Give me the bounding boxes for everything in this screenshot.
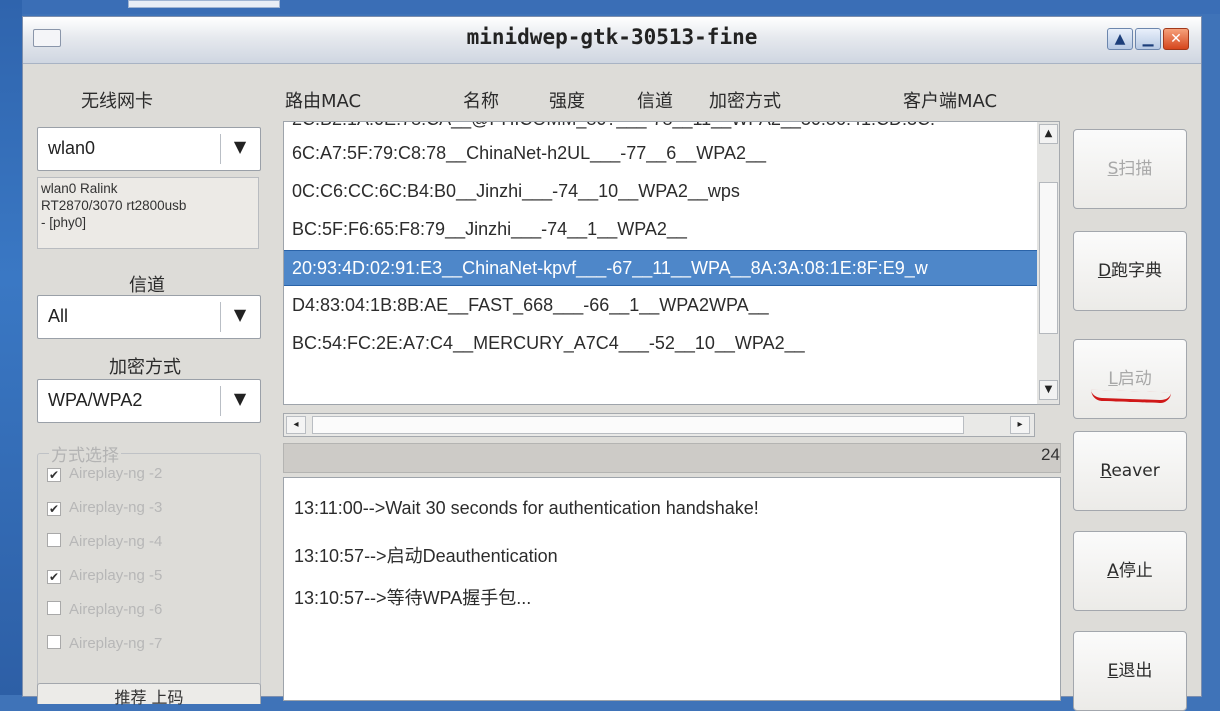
method-checkbox-label: Aireplay-ng -5 <box>69 567 163 584</box>
list-item[interactable]: 20:93:4D:02:91:E3__ChinaNet-kpvf___-67__… <box>284 250 1038 286</box>
stop-button[interactable]: A停止 <box>1073 531 1187 611</box>
title-bar[interactable]: minidwep-gtk-30513-fine ▲ ▁ ✕ <box>23 17 1201 64</box>
scan-accel: S <box>1107 159 1119 179</box>
hscroll-thumb[interactable] <box>312 416 964 434</box>
recommend-button[interactable]: 推荐 上码 <box>37 683 261 707</box>
nic-label: 无线网卡 <box>81 91 153 112</box>
nic-info-text: wlan0 Ralink RT2870/3070 rt2800usb - [ph… <box>41 181 187 230</box>
reaver-accel: R <box>1100 461 1112 481</box>
nic-info-box: wlan0 Ralink RT2870/3070 rt2800usb - [ph… <box>37 177 259 249</box>
list-item-text: BC:5F:F6:65:F8:79__Jinzhi___-74__1__WPA2… <box>292 219 687 239</box>
shade-up-icon[interactable]: ▲ <box>1107 28 1133 50</box>
method-checkbox[interactable]: Aireplay-ng -7 <box>47 635 162 652</box>
list-item[interactable]: BC:5F:F6:65:F8:79__Jinzhi___-74__1__WPA2… <box>284 212 1038 246</box>
desktop-tab[interactable] <box>128 0 280 8</box>
reaver-button[interactable]: Reaver <box>1073 431 1187 511</box>
scroll-up-icon[interactable]: ▲ <box>1039 124 1058 144</box>
col-header-client-mac[interactable]: 客户端MAC <box>903 87 997 113</box>
list-item-text: 0C:C6:CC:6C:B4:B0__Jinzhi___-74__10__WPA… <box>292 181 740 201</box>
ap-list-hscrollbar[interactable]: ◂ ▸ <box>283 413 1035 437</box>
method-checkbox[interactable]: ✔ Aireplay-ng -2 <box>47 465 162 482</box>
combo-separator <box>220 134 221 164</box>
checkmark-icon[interactable]: ✔ <box>47 502 61 516</box>
channel-combo[interactable]: All ▼ <box>37 295 261 339</box>
list-item-text: BC:54:FC:2E:A7:C4__MERCURY_A7C4___-52__1… <box>292 333 805 353</box>
dropdown-arrow-icon[interactable]: ▼ <box>228 305 252 327</box>
launch-label: 启动 <box>1117 369 1152 389</box>
method-checkbox-label: Aireplay-ng -3 <box>69 499 163 516</box>
checkmark-icon[interactable]: ✔ <box>47 468 61 482</box>
method-checkbox[interactable]: ✔ Aireplay-ng -5 <box>47 567 162 584</box>
col-header-encryption[interactable]: 加密方式 <box>709 87 781 113</box>
stop-label: 停止 <box>1118 561 1153 581</box>
method-group-title: 方式选择 <box>49 441 121 466</box>
log-line: 13:11:00-->Wait 30 seconds for authentic… <box>294 498 759 518</box>
scroll-down-icon[interactable]: ▼ <box>1039 380 1058 400</box>
scroll-right-icon[interactable]: ▸ <box>1010 416 1030 434</box>
method-checkbox-label: Aireplay-ng -7 <box>69 635 163 652</box>
count-value: 24 <box>1041 445 1060 464</box>
dropdown-arrow-icon[interactable]: ▼ <box>228 389 252 411</box>
scan-label: 扫描 <box>1118 159 1153 179</box>
exit-label: 退出 <box>1118 661 1153 681</box>
checkbox-icon[interactable] <box>47 635 61 649</box>
col-header-channel[interactable]: 信道 <box>637 87 673 113</box>
close-icon[interactable]: ✕ <box>1163 28 1189 50</box>
minimize-icon[interactable]: ▁ <box>1135 28 1161 50</box>
app-window: minidwep-gtk-30513-fine ▲ ▁ ✕ 无线网卡 wlan0… <box>22 16 1202 711</box>
checkmark-icon[interactable]: ✔ <box>47 570 61 584</box>
method-checkbox[interactable]: ✔ Aireplay-ng -3 <box>47 499 162 516</box>
ap-list-vscrollbar[interactable]: ▲ ▼ <box>1037 121 1060 405</box>
encryption-combo[interactable]: WPA/WPA2 ▼ <box>37 379 261 423</box>
desktop-left-strip <box>0 0 22 695</box>
checkbox-icon[interactable] <box>47 601 61 615</box>
list-item-text: 6C:A7:5F:79:C8:78__ChinaNet-h2UL___-77__… <box>292 143 766 163</box>
list-item-text: 20:93:4D:02:91:E3__ChinaNet-kpvf___-67__… <box>292 258 928 278</box>
stop-accel: A <box>1107 561 1119 581</box>
col-header-strength[interactable]: 强度 <box>549 87 585 113</box>
list-item[interactable]: 6C:A7:5F:79:C8:78__ChinaNet-h2UL___-77__… <box>284 136 1038 170</box>
launch-button[interactable]: L启动 <box>1073 339 1187 419</box>
col-header-router-mac[interactable]: 路由MAC <box>285 87 361 113</box>
method-checkbox-label: Aireplay-ng -6 <box>69 601 163 618</box>
dictionary-button[interactable]: D跑字典 <box>1073 231 1187 311</box>
progress-bar <box>283 443 1061 473</box>
dict-accel: D <box>1097 261 1112 281</box>
log-line: 13:10:57-->等待WPA握手包... <box>294 588 532 608</box>
list-item[interactable]: BC:54:FC:2E:A7:C4__MERCURY_A7C4___-52__1… <box>284 326 1038 360</box>
scroll-thumb[interactable] <box>1039 182 1058 334</box>
dict-label: 跑字典 <box>1111 261 1163 281</box>
list-item-partial[interactable]: 2C:B2:1A:0E:78:CA__@PHICOMM_80?___-78__1… <box>284 122 1038 136</box>
list-item-text: 2C:B2:1A:0E:78:CA__@PHICOMM_80?___-78__1… <box>284 122 935 129</box>
scroll-left-icon[interactable]: ◂ <box>286 416 306 434</box>
list-item[interactable]: 0C:C6:CC:6C:B4:B0__Jinzhi___-74__10__WPA… <box>284 174 1038 208</box>
encryption-combo-value: WPA/WPA2 <box>48 390 143 410</box>
checkbox-icon[interactable] <box>47 533 61 547</box>
channel-combo-value: All <box>48 306 69 326</box>
method-checkbox-label: Aireplay-ng -2 <box>69 465 163 482</box>
combo-separator <box>220 386 221 416</box>
exit-accel: E <box>1107 661 1119 681</box>
method-checkbox-label: Aireplay-ng -4 <box>69 533 163 550</box>
combo-separator <box>220 302 221 332</box>
scan-button[interactable]: S扫描 <box>1073 129 1187 209</box>
method-checkbox[interactable]: Aireplay-ng -4 <box>47 533 162 550</box>
nic-combo[interactable]: wlan0 ▼ <box>37 127 261 171</box>
channel-label: 信道 <box>129 275 165 296</box>
log-line: 13:10:57-->启动Deauthentication <box>294 546 558 566</box>
method-checkbox[interactable]: Aireplay-ng -6 <box>47 601 162 618</box>
reaver-label: eaver <box>1111 461 1160 481</box>
list-item[interactable]: D4:83:04:1B:8B:AE__FAST_668___-66__1__WP… <box>284 288 1038 322</box>
exit-button[interactable]: E退出 <box>1073 631 1187 711</box>
list-item-text: D4:83:04:1B:8B:AE__FAST_668___-66__1__WP… <box>292 295 769 315</box>
launch-accel: L <box>1108 369 1118 389</box>
ap-list[interactable]: 2C:B2:1A:0E:78:CA__@PHICOMM_80?___-78__1… <box>283 121 1039 405</box>
encryption-label: 加密方式 <box>109 357 181 378</box>
log-panel[interactable]: 13:11:00-->Wait 30 seconds for authentic… <box>283 477 1061 701</box>
col-header-name[interactable]: 名称 <box>463 87 499 113</box>
nic-combo-value: wlan0 <box>48 138 96 158</box>
window-title: minidwep-gtk-30513-fine <box>466 25 758 49</box>
dropdown-arrow-icon[interactable]: ▼ <box>228 137 252 159</box>
